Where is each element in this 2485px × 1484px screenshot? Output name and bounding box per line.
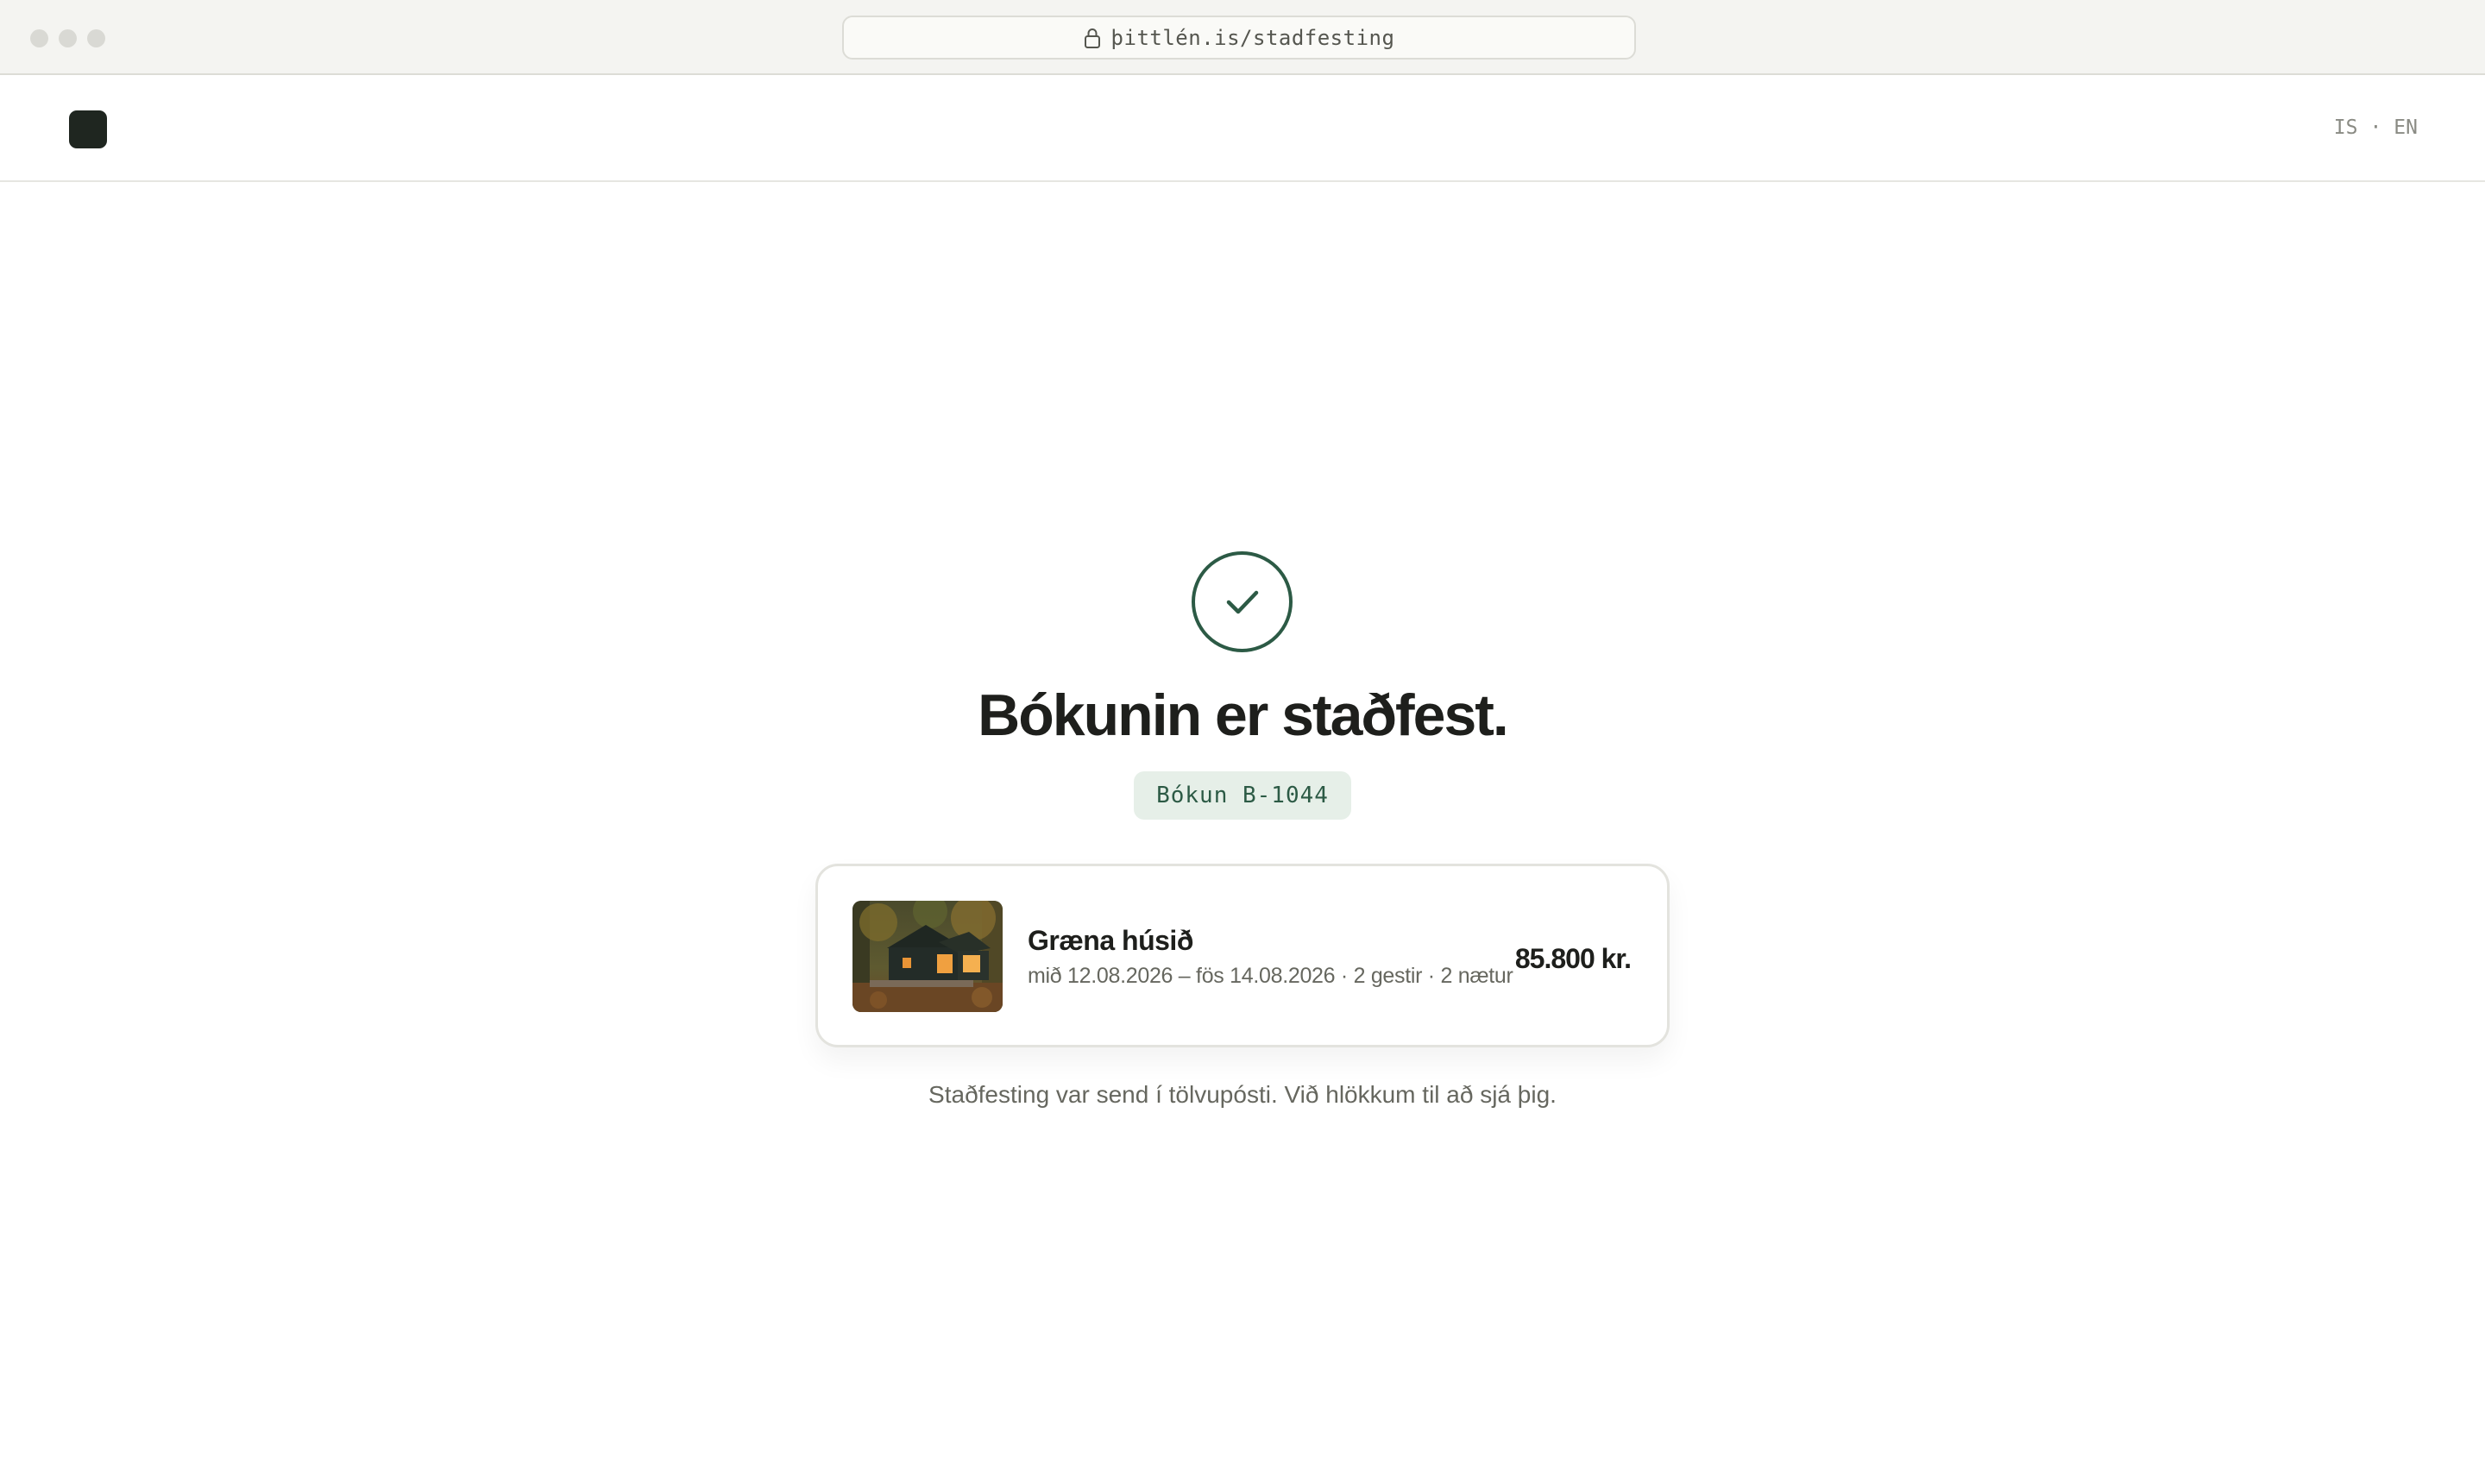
lang-en-link[interactable]: EN — [2394, 116, 2418, 139]
browser-chrome: þittlén.is/stadfesting — [0, 0, 2485, 75]
page-title: Bókunin er staðfest. — [978, 682, 1509, 748]
cabin-image — [852, 901, 1003, 1012]
booking-price: 85.800 kr. — [1514, 943, 1632, 974]
cabin-photo — [852, 901, 1003, 1012]
close-window-button[interactable] — [30, 29, 48, 47]
lock-icon — [1084, 28, 1100, 48]
maximize-window-button[interactable] — [87, 29, 105, 47]
checkmark-icon — [1226, 590, 1258, 613]
lang-separator: · — [2369, 116, 2382, 139]
booking-summary-card: Græna húsið mið 12.08.2026 – fös 14.08.2… — [815, 864, 1670, 1047]
window-controls — [30, 29, 105, 47]
url-text: þittlén.is/stadfesting — [1110, 25, 1395, 50]
booking-ref-wrap: Bókun B-1044 — [0, 771, 2485, 820]
lang-is-link[interactable]: IS — [2334, 116, 2358, 139]
logo[interactable] — [69, 110, 107, 148]
email-confirmation-note: Staðfesting var send í tölvupósti. Við h… — [928, 1081, 1557, 1108]
minimize-window-button[interactable] — [59, 29, 77, 47]
language-switcher: IS · EN — [2334, 116, 2418, 139]
success-check-icon — [1192, 551, 1293, 652]
site-header: IS · EN — [0, 75, 2485, 182]
booking-details: mið 12.08.2026 – fös 14.08.2026 · 2 gest… — [1028, 964, 1513, 988]
property-name: Græna húsið — [1028, 925, 1193, 956]
booking-ref-badge: Bókun B-1044 — [1134, 771, 1351, 820]
address-bar[interactable]: þittlén.is/stadfesting — [842, 16, 1636, 60]
